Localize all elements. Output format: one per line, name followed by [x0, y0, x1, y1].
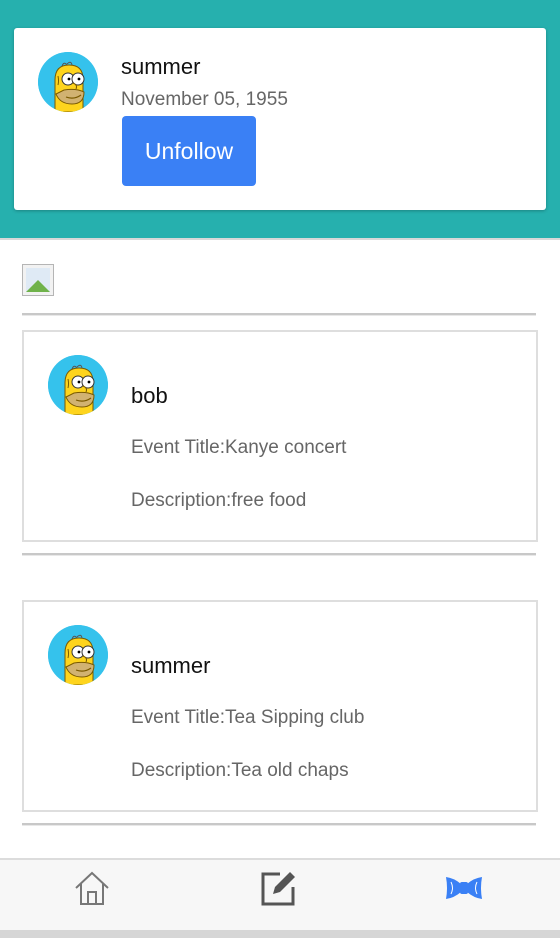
profile-name: summer — [121, 54, 201, 79]
nav-edit-button[interactable] — [258, 868, 298, 908]
homer-avatar-icon — [38, 52, 98, 112]
bowtie-icon — [446, 877, 482, 899]
profile-date: November 05, 1955 — [121, 89, 288, 110]
event-user-name: summer — [131, 653, 211, 678]
event-card[interactable]: bob Event Title:Kanye concert Descriptio… — [22, 330, 538, 542]
homer-avatar-icon — [48, 355, 108, 415]
event-title: Event Title:Kanye concert — [131, 437, 347, 458]
profile-avatar[interactable] — [38, 52, 98, 112]
profile-card: summer November 05, 1955 Unfollow — [14, 28, 546, 210]
event-avatar[interactable] — [48, 625, 108, 685]
event-user-name: bob — [131, 383, 168, 408]
divider — [22, 553, 536, 556]
header-divider — [0, 238, 560, 240]
event-avatar[interactable] — [48, 355, 108, 415]
home-icon — [75, 871, 109, 905]
event-card[interactable]: summer Event Title:Tea Sipping club Desc… — [22, 600, 538, 812]
event-description: Description:Tea old chaps — [131, 760, 349, 781]
event-description: Description:free food — [131, 490, 307, 511]
broken-image-icon — [22, 264, 54, 296]
nav-bowtie-button[interactable] — [444, 868, 484, 908]
unfollow-button[interactable]: Unfollow — [122, 116, 256, 186]
event-title: Event Title:Tea Sipping club — [131, 707, 365, 728]
edit-icon — [261, 872, 295, 906]
bottom-nav — [0, 858, 560, 934]
divider — [22, 823, 536, 826]
homer-avatar-icon — [48, 625, 108, 685]
nav-home-button[interactable] — [72, 868, 112, 908]
divider — [22, 313, 536, 316]
bottom-shade — [0, 930, 560, 938]
